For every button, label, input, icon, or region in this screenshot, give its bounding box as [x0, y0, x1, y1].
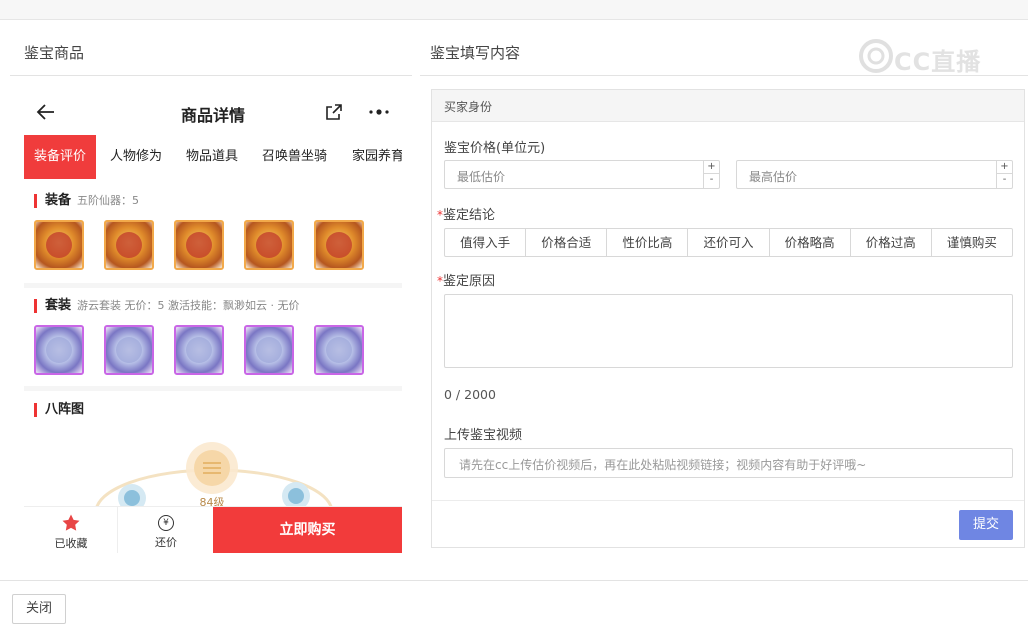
min-price-input[interactable]: 最低估价 + - [444, 160, 720, 189]
max-price-placeholder: 最高估价 [749, 170, 798, 184]
yen-icon: ¥ [158, 515, 174, 531]
left-section-title: 鉴宝商品 [24, 44, 85, 62]
set-subtitle: 游云套装 无价：5 激活技能：飘渺如云 · 无价 [77, 299, 300, 312]
min-price-stepper: + - [703, 161, 719, 188]
set-item[interactable] [314, 325, 364, 375]
set-item[interactable] [34, 325, 84, 375]
bargain-label: 还价 [155, 536, 177, 549]
watermark-text: CC直播 [894, 48, 982, 76]
appraisal-form: 买家身份 鉴宝价格(单位元) 最低估价 + - 最高估价 + - *鉴定结论 值… [431, 89, 1025, 548]
conclusion-option[interactable]: 价格略高 [770, 229, 851, 256]
tab-pets-mounts[interactable]: 召唤兽坐骑 [262, 135, 327, 179]
category-tabs: 装备评价 人物修为 物品道具 召唤兽坐骑 家园养育 [24, 135, 402, 179]
video-link-placeholder: 请先在cc上传估价视频后，再在此处粘贴视频链接；视频内容有助于好评哦~ [459, 458, 867, 472]
equipment-subtitle: 五阶仙器：5 [77, 194, 140, 207]
tab-character[interactable]: 人物修为 [110, 135, 162, 179]
equipment-item[interactable] [174, 220, 224, 270]
tab-items[interactable]: 物品道具 [186, 135, 238, 179]
favorite-label: 已收藏 [54, 537, 88, 550]
formation-diagram: 84级 [94, 442, 334, 510]
conclusion-option[interactable]: 价格合适 [526, 229, 608, 256]
set-item[interactable] [174, 325, 224, 375]
set-item[interactable] [104, 325, 154, 375]
submit-button[interactable]: 提交 [959, 510, 1013, 540]
equipment-item[interactable] [34, 220, 84, 270]
section-divider [24, 283, 402, 288]
conclusion-option[interactable]: 值得入手 [445, 229, 527, 256]
tab-equipment-rating[interactable]: 装备评价 [24, 135, 97, 179]
equipment-item[interactable] [314, 220, 364, 270]
star-icon [62, 514, 80, 531]
max-price-decrement[interactable]: - [997, 174, 1012, 187]
buy-now-button[interactable]: 立即购买 [213, 507, 402, 553]
price-label: 鉴宝价格(单位元) [444, 141, 546, 156]
close-button[interactable]: 关闭 [12, 594, 66, 624]
conclusion-options: 值得入手 价格合适 性价比高 还价可入 价格略高 价格过高 谨慎购买 [444, 228, 1013, 257]
min-price-placeholder: 最低估价 [457, 170, 506, 184]
video-link-input[interactable]: 请先在cc上传估价视频后，再在此处粘贴视频链接；视频内容有助于好评哦~ [444, 448, 1013, 478]
set-title: 套装 [45, 298, 72, 313]
form-divider [432, 500, 1024, 501]
equipment-section-title: 装备 五阶仙器：5 [34, 194, 139, 208]
product-header: 商品详情 [24, 90, 402, 134]
cc-watermark-logo: CC直播 [858, 36, 1000, 76]
char-count: 0 / 2000 [444, 387, 496, 402]
product-title: 商品详情 [180, 106, 245, 125]
right-section-title: 鉴宝填写内容 [430, 44, 521, 62]
set-item[interactable] [244, 325, 294, 375]
buyer-identity-label: 买家身份 [444, 100, 493, 114]
equipment-item[interactable] [104, 220, 154, 270]
share-icon[interactable] [324, 102, 344, 122]
reason-textarea[interactable] [444, 294, 1013, 368]
max-price-input[interactable]: 最高估价 + - [736, 160, 1013, 189]
top-bar [0, 0, 1028, 20]
max-price-stepper: + - [996, 161, 1012, 188]
equipment-title: 装备 [45, 193, 72, 208]
product-preview: 商品详情 装备评价 人物修为 物品道具 召唤兽坐骑 家园养育 装备 五阶仙器：5 … [24, 90, 402, 553]
section-divider [24, 386, 402, 391]
buyer-identity-header: 买家身份 [432, 90, 1024, 122]
conclusion-label-text: 鉴定结论 [443, 208, 496, 223]
max-price-increment[interactable]: + [997, 161, 1012, 174]
formation-title: 八阵图 [45, 402, 85, 417]
favorite-button[interactable]: 已收藏 [24, 507, 118, 553]
tab-home[interactable]: 家园养育 [352, 135, 402, 179]
reason-label: *鉴定原因 [437, 270, 495, 289]
purchase-bar: 已收藏 ¥ 还价 立即购买 [24, 506, 402, 553]
more-icon[interactable] [368, 102, 390, 122]
conclusion-option[interactable]: 价格过高 [851, 229, 932, 256]
left-divider [10, 75, 412, 76]
formation-section-title: 八阵图 [34, 403, 84, 417]
bargain-button[interactable]: ¥ 还价 [119, 507, 213, 553]
conclusion-label: *鉴定结论 [437, 204, 495, 223]
min-price-decrement[interactable]: - [704, 174, 719, 187]
footer-divider [0, 580, 1028, 581]
video-label: 上传鉴宝视频 [444, 428, 523, 443]
conclusion-option[interactable]: 性价比高 [607, 229, 689, 256]
conclusion-option[interactable]: 还价可入 [688, 229, 770, 256]
min-price-increment[interactable]: + [704, 161, 719, 174]
watermark-icon [859, 39, 893, 73]
set-section-title: 套装 游云套装 无价：5 激活技能：飘渺如云 · 无价 [34, 299, 300, 313]
conclusion-option[interactable]: 谨慎购买 [932, 229, 1012, 256]
equipment-item[interactable] [244, 220, 294, 270]
reason-label-text: 鉴定原因 [443, 274, 496, 289]
